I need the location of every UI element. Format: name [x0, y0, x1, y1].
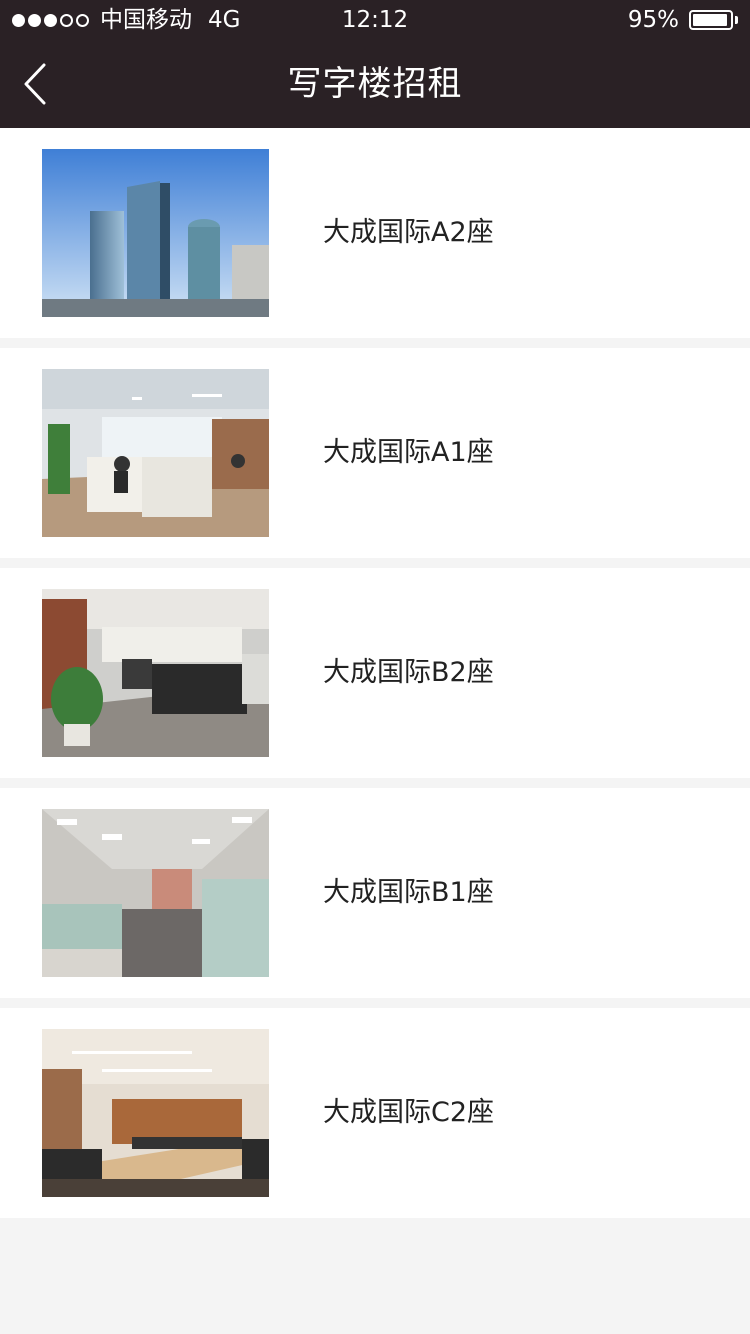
listing-item[interactable]: 大成国际B1座 — [0, 788, 750, 998]
listing-name: 大成国际C2座 — [323, 1097, 495, 1128]
listing-item[interactable]: 大成国际A2座 — [0, 128, 750, 338]
office-corridor-photo — [42, 809, 269, 977]
status-right: 95% — [628, 6, 738, 34]
listing-name: 大成国际A1座 — [323, 437, 494, 468]
listing-list: 大成国际A2座 大成国际A1座 大成国际B2座 大成国际B1座 大成国际C2座 — [0, 128, 750, 1228]
page-title: 写字楼招租 — [287, 64, 463, 104]
listing-name: 大成国际B1座 — [323, 877, 494, 908]
listing-item[interactable]: 大成国际A1座 — [0, 348, 750, 558]
app-header: 中国移动 4G 12:12 95% 写字楼招租 — [0, 0, 750, 128]
listing-name: 大成国际B2座 — [323, 657, 494, 688]
open-office-photo — [42, 369, 269, 537]
skyscraper-photo — [42, 149, 269, 317]
battery-percent: 95% — [627, 7, 679, 33]
battery-icon — [689, 10, 733, 30]
office-cubicles-photo — [42, 589, 269, 757]
listing-item[interactable]: 大成国际B2座 — [0, 568, 750, 778]
meeting-room-photo — [42, 1029, 269, 1197]
listing-item[interactable]: 大成国际C2座 — [0, 1008, 750, 1218]
battery-level-fill — [693, 14, 727, 26]
navigation-bar: 写字楼招租 — [0, 40, 750, 128]
status-bar: 中国移动 4G 12:12 95% — [0, 0, 750, 40]
battery-cap — [735, 16, 738, 24]
listing-name: 大成国际A2座 — [323, 217, 494, 248]
